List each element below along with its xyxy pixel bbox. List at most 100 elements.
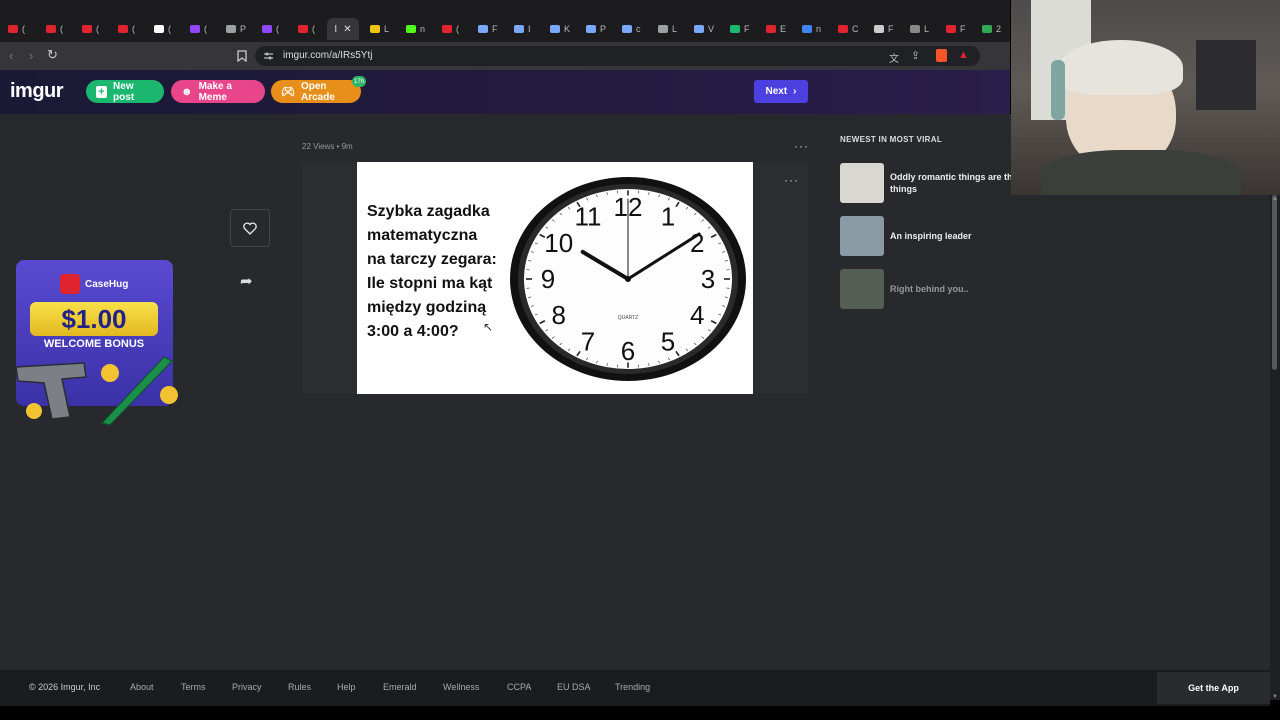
footer-link-privacy[interactable]: Privacy — [232, 682, 262, 692]
clock-number: 3 — [701, 264, 715, 294]
forward-icon[interactable]: › — [29, 48, 33, 63]
active-tab[interactable]: I ✕ — [327, 18, 359, 40]
scroll-down-icon[interactable]: ▼ — [1272, 694, 1278, 700]
tab-favicon-icon — [982, 25, 992, 33]
browser-tab[interactable]: L — [910, 21, 940, 37]
tab-label: ( — [204, 24, 207, 34]
browser-tab[interactable]: F — [946, 21, 976, 37]
browser-tab[interactable]: ( — [46, 21, 76, 37]
like-button[interactable] — [230, 209, 270, 247]
tab-label: ( — [276, 24, 279, 34]
back-icon[interactable]: ‹ — [9, 48, 13, 63]
new-post-button[interactable]: + New post — [86, 80, 164, 103]
tab-favicon-icon — [442, 25, 452, 33]
footer-link-trending[interactable]: Trending — [615, 682, 650, 692]
browser-tab[interactable]: c — [622, 21, 652, 37]
tab-label: ( — [96, 24, 99, 34]
tab-favicon-icon — [514, 25, 524, 33]
next-button[interactable]: Next › — [754, 80, 808, 103]
rewards-icon[interactable]: ▲ — [958, 49, 969, 61]
bookmark-icon[interactable] — [237, 50, 247, 62]
translate-icon[interactable]: 文 — [889, 50, 899, 65]
scrollbar-thumb[interactable] — [1272, 195, 1277, 370]
browser-tab[interactable]: ( — [82, 21, 112, 37]
browser-tab[interactable]: P — [586, 21, 616, 37]
next-label: Next — [765, 86, 788, 97]
footer-link-eu-dsa[interactable]: EU DSA — [557, 682, 591, 692]
tab-label: ( — [22, 24, 25, 34]
tab-favicon-icon — [694, 25, 704, 33]
meme-face-icon: ☻ — [181, 85, 193, 98]
open-arcade-button[interactable]: 🎮︎ Open Arcade — [271, 80, 361, 103]
browser-tab[interactable]: ( — [118, 21, 148, 37]
footer-link-wellness[interactable]: Wellness — [443, 682, 479, 692]
riddle-line: matematyczna — [367, 227, 478, 244]
sidebar-item[interactable]: An inspiring leader — [840, 214, 1040, 258]
tab-favicon-icon — [154, 25, 164, 33]
share-page-icon[interactable]: ⇪ — [911, 49, 920, 62]
footer-link-ccpa[interactable]: CCPA — [507, 682, 531, 692]
close-tab-icon[interactable]: ✕ — [343, 24, 351, 35]
tab-favicon-icon — [946, 25, 956, 33]
casehug-logo-icon — [60, 274, 80, 294]
browser-tab[interactable]: L — [658, 21, 688, 37]
tab-label: C — [852, 24, 859, 34]
browser-tab[interactable]: ( — [190, 21, 220, 37]
tab-favicon-icon — [550, 25, 560, 33]
sidebar-item[interactable]: Oddly romantic things are the best thing… — [840, 161, 1040, 205]
footer-link-emerald[interactable]: Emerald — [383, 682, 417, 692]
riddle-line: Szybka zagadka — [367, 203, 490, 220]
scroll-up-icon[interactable]: ▲ — [1272, 196, 1278, 202]
browser-tab[interactable]: n — [406, 21, 436, 37]
browser-tab[interactable]: E — [766, 21, 796, 37]
browser-tab[interactable]: ( — [154, 21, 184, 37]
clock-number: 10 — [544, 228, 573, 258]
browser-tab[interactable]: K — [550, 21, 580, 37]
plus-icon: + — [96, 85, 108, 98]
get-app-button[interactable]: Get the App — [1157, 672, 1270, 704]
tab-label: 2 — [996, 24, 1002, 34]
tab-label: n — [816, 24, 822, 34]
browser-tab[interactable]: ( — [262, 21, 292, 37]
sidebar-thumb — [840, 216, 884, 256]
tab-label: c — [636, 24, 641, 34]
imgur-logo[interactable]: imgur — [10, 80, 64, 103]
browser-tab[interactable]: L — [370, 21, 400, 37]
url-text[interactable]: imgur.com/a/IRs5Ytj — [283, 50, 372, 61]
tab-label: F — [492, 24, 498, 34]
browser-tab[interactable]: F — [478, 21, 508, 37]
chevron-right-icon: › — [793, 86, 797, 97]
browser-tab[interactable]: F — [874, 21, 904, 37]
tab-label: F — [744, 24, 750, 34]
browser-tab[interactable]: I — [514, 21, 544, 37]
tab-label: L — [672, 24, 678, 34]
footer-link-about[interactable]: About — [130, 682, 154, 692]
clock-number: 1 — [661, 202, 675, 232]
browser-tab[interactable]: F — [730, 21, 760, 37]
reload-icon[interactable]: ↻ — [47, 47, 58, 63]
webcam-person-shirt — [1041, 150, 1241, 195]
tab-favicon-icon — [406, 25, 416, 33]
sidebar-item[interactable]: Right behind you.. — [840, 267, 1040, 311]
make-meme-button[interactable]: ☻ Make a Meme — [171, 80, 265, 103]
image-menu-icon[interactable]: ··· — [784, 173, 799, 187]
riddle-line: między godziną — [367, 299, 487, 316]
browser-tab[interactable]: 2 — [982, 21, 1012, 37]
gamepad-icon: 🎮︎ — [281, 86, 295, 98]
browser-tab[interactable]: C — [838, 21, 868, 37]
browser-tab[interactable]: ( — [298, 21, 328, 37]
footer-link-rules[interactable]: Rules — [288, 682, 311, 692]
share-arrow-icon[interactable]: ➦ — [240, 272, 253, 290]
browser-tab[interactable]: ( — [442, 21, 472, 37]
footer-link-terms[interactable]: Terms — [181, 682, 206, 692]
browser-tab[interactable]: ( — [8, 21, 38, 37]
tab-favicon-icon — [658, 25, 668, 33]
post-menu-icon[interactable]: ··· — [794, 139, 809, 153]
browser-tab[interactable]: P — [226, 21, 256, 37]
footer-link-help[interactable]: Help — [337, 682, 356, 692]
tab-label: K — [564, 24, 571, 34]
browser-tab[interactable]: n — [802, 21, 832, 37]
site-settings-icon[interactable] — [264, 52, 273, 60]
browser-tab[interactable]: V — [694, 21, 724, 37]
brave-shield-icon[interactable] — [936, 49, 947, 62]
